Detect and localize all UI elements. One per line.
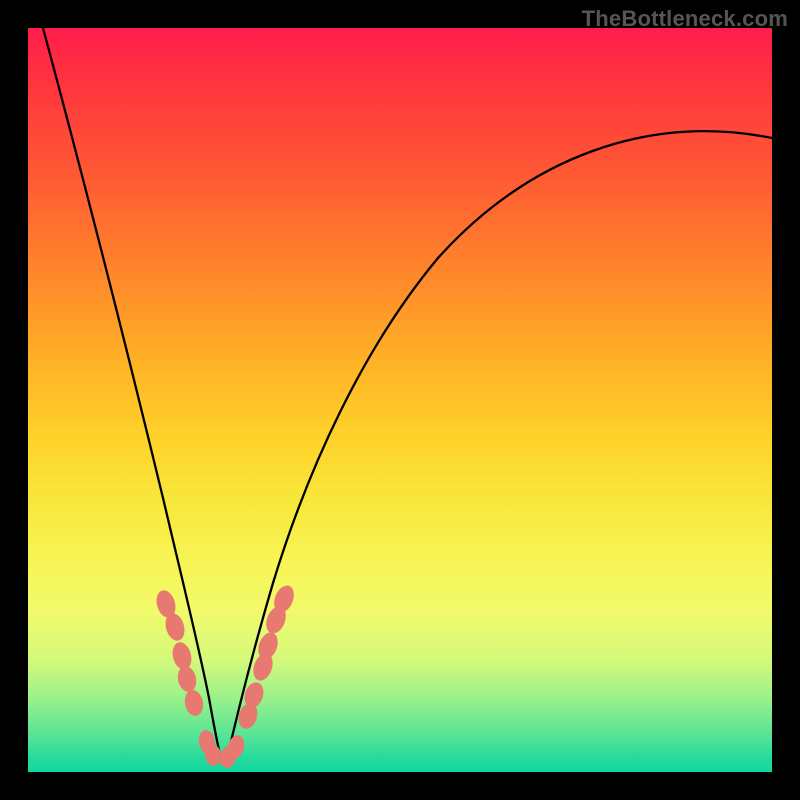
chart-background-gradient [28,28,772,772]
watermark-text: TheBottleneck.com [582,6,788,32]
chart-frame: TheBottleneck.com [0,0,800,800]
